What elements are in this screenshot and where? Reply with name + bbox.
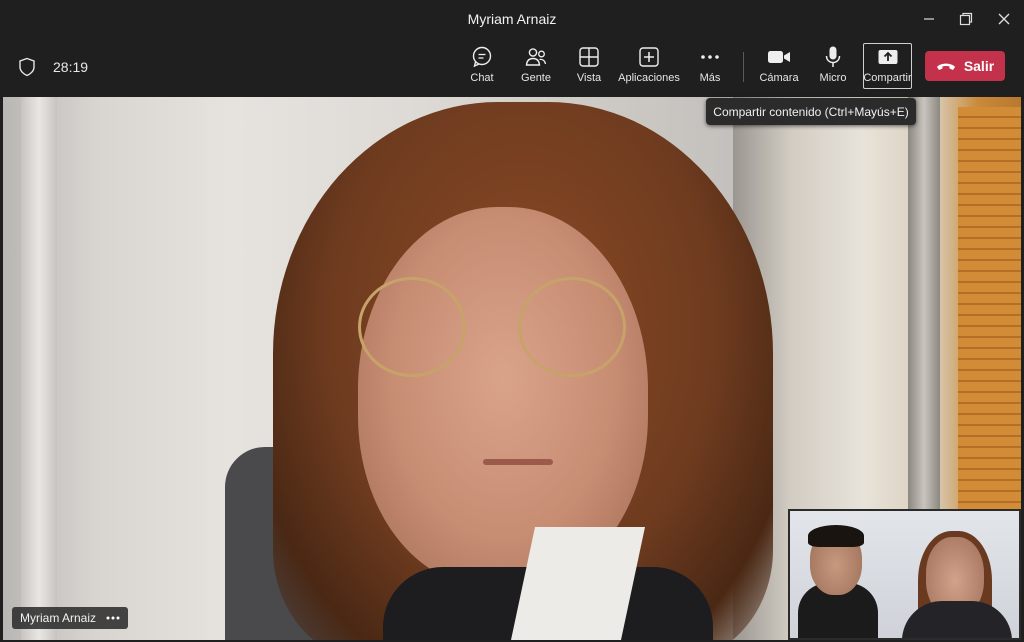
- chat-icon: [467, 44, 497, 70]
- view-label: Vista: [576, 72, 602, 84]
- view-button[interactable]: Vista: [571, 44, 607, 92]
- more-dots-icon: [695, 44, 725, 70]
- more-button[interactable]: Más: [693, 44, 727, 92]
- hang-up-icon: [936, 63, 955, 70]
- people-label: Gente: [521, 72, 551, 84]
- leave-label: Salir: [963, 58, 995, 74]
- toolbar-separator: [743, 52, 744, 82]
- apps-button[interactable]: Aplicaciones: [617, 44, 681, 92]
- share-label: Compartir: [863, 72, 912, 84]
- chat-button[interactable]: Chat: [463, 44, 501, 92]
- view-grid-icon: [574, 44, 604, 70]
- camera-button[interactable]: Cámara: [758, 44, 800, 92]
- close-icon: [998, 13, 1010, 25]
- leave-button[interactable]: Salir: [925, 51, 1005, 81]
- restore-icon: [959, 12, 973, 26]
- window-title: Myriam Arnaiz: [467, 11, 557, 27]
- camera-icon: [764, 44, 794, 70]
- chat-label: Chat: [470, 72, 494, 84]
- share-button[interactable]: Compartir: [863, 43, 912, 89]
- apps-label: Aplicaciones: [618, 72, 680, 84]
- participant-options-icon[interactable]: [106, 616, 120, 620]
- mic-label: Micro: [819, 72, 847, 84]
- title-bar: Myriam Arnaiz: [0, 0, 1024, 38]
- participant-name-tag[interactable]: Myriam Arnaiz: [12, 607, 129, 629]
- microphone-icon: [818, 44, 848, 70]
- meeting-toolbar: 28:19 Chat Gente Vista Aplicaciones Más: [0, 38, 1024, 96]
- meeting-timer: 28:19: [53, 59, 89, 75]
- self-view-video[interactable]: [788, 509, 1021, 640]
- people-icon: [521, 44, 551, 70]
- mic-button[interactable]: Micro: [815, 44, 851, 92]
- add-apps-icon: [634, 44, 664, 70]
- people-button[interactable]: Gente: [516, 44, 556, 92]
- share-tooltip: Compartir contenido (Ctrl+Mayús+E): [706, 98, 916, 125]
- minimize-icon: [924, 18, 934, 20]
- restore-button[interactable]: [951, 6, 981, 32]
- more-label: Más: [699, 72, 721, 84]
- shield-icon[interactable]: [18, 57, 36, 77]
- close-button[interactable]: [989, 6, 1019, 32]
- camera-label: Cámara: [759, 72, 799, 84]
- minimize-button[interactable]: [914, 6, 944, 32]
- participant-name: Myriam Arnaiz: [20, 611, 97, 625]
- share-screen-icon: [873, 44, 903, 70]
